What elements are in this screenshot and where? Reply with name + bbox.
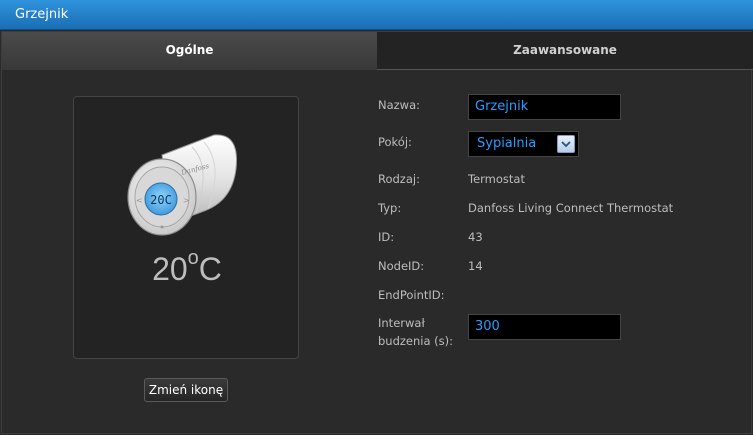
svg-text:>: > (183, 196, 190, 205)
name-label: Nazwa: (378, 98, 421, 112)
model-label: Typ: (378, 201, 402, 215)
type-value: Termostat (468, 172, 525, 186)
thermostat-icon: 20C Danfoss < > (127, 134, 238, 236)
tab-bar: Ogólne Zaawansowane (2, 32, 753, 70)
tab-advanced[interactable]: Zaawansowane (377, 32, 753, 70)
nodeid-label: NodeID: (378, 259, 425, 273)
id-label: ID: (378, 230, 395, 244)
id-value: 43 (468, 230, 483, 244)
wake-interval-input[interactable]: 300 (468, 314, 621, 340)
name-input[interactable]: Grzejnik (468, 94, 621, 120)
change-icon-button[interactable]: Zmień ikonę (144, 378, 228, 402)
wake-interval-label-line1: Interwał (378, 316, 425, 330)
nodeid-value: 14 (468, 259, 483, 273)
temperature-value: 20 (152, 251, 188, 287)
wake-interval-label-line2: budzenia (s): (378, 334, 454, 348)
lcd-readout: 20C (150, 193, 172, 207)
window-title-bar: Grzejnik (0, 0, 753, 30)
degree-symbol: o (187, 247, 199, 270)
tab-general[interactable]: Ogólne (2, 32, 377, 70)
room-select[interactable]: Sypialnia (468, 131, 579, 157)
room-label: Pokój: (378, 135, 412, 149)
device-settings-dialog: Ogólne Zaawansowane 20C Danfoss < > 20oC… (1, 31, 753, 434)
temperature-unit: C (198, 251, 222, 287)
window-title: Grzejnik (15, 7, 69, 22)
type-label: Rodzaj: (378, 172, 420, 186)
svg-text:<: < (136, 196, 143, 205)
endpointid-label: EndPointID: (378, 288, 445, 302)
room-select-value: Sypialnia (477, 136, 537, 151)
temperature-display: 20oC (74, 247, 300, 288)
device-icon-panel: 20C Danfoss < > 20oC (73, 96, 299, 359)
model-value: Danfoss Living Connect Thermostat (468, 201, 674, 215)
chevron-down-icon[interactable] (557, 135, 575, 153)
